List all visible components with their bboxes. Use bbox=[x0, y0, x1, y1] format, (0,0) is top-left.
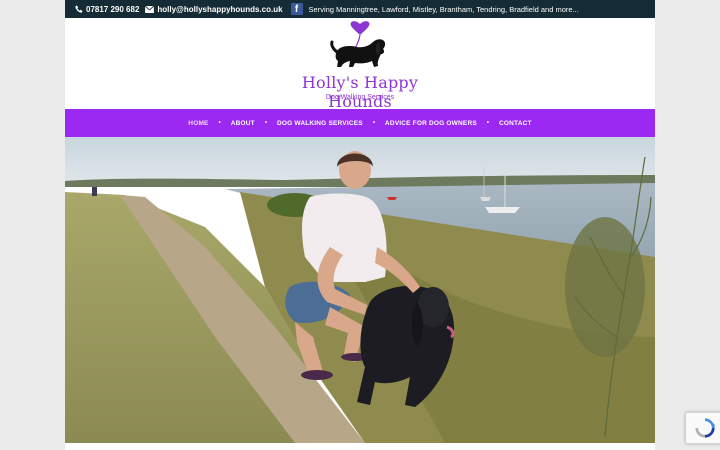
nav-home[interactable]: HOME bbox=[185, 120, 211, 127]
nav-advice-for-dog-owners[interactable]: ADVICE FOR DOG OWNERS bbox=[382, 120, 480, 127]
nav-separator: • bbox=[486, 120, 489, 126]
dog-heart-logo-icon bbox=[330, 21, 386, 67]
email-contact[interactable]: holly@hollyshappyhounds.co.uk bbox=[145, 5, 283, 14]
email-address[interactable]: holly@hollyshappyhounds.co.uk bbox=[157, 5, 282, 14]
logo-subtitle: Dog Walking Services bbox=[325, 94, 395, 101]
envelope-icon bbox=[145, 5, 155, 13]
recaptcha-icon bbox=[695, 418, 716, 438]
hero-photo bbox=[65, 137, 655, 443]
main-nav: HOME • ABOUT • DOG WALKING SERVICES • AD… bbox=[65, 109, 655, 137]
hero-image bbox=[65, 137, 655, 443]
page-container: 07817 290 682 holly@hollyshappyhounds.co… bbox=[65, 0, 655, 450]
nav-separator: • bbox=[372, 120, 375, 126]
phone-number[interactable]: 07817 290 682 bbox=[86, 5, 139, 14]
nav-dog-walking-services[interactable]: DOG WALKING SERVICES bbox=[274, 120, 366, 127]
logo-title: Holly's Happy Hounds bbox=[301, 73, 419, 111]
site-header: Holly's Happy Hounds Dog Walking Service… bbox=[65, 18, 655, 111]
top-contact-bar: 07817 290 682 holly@hollyshappyhounds.co… bbox=[65, 0, 655, 18]
content-strip bbox=[65, 443, 655, 450]
recaptcha-badge[interactable] bbox=[685, 412, 720, 444]
facebook-icon[interactable]: f bbox=[290, 3, 303, 15]
service-area-text: Serving Manningtree, Lawford, Mistley, B… bbox=[308, 4, 579, 14]
site-logo[interactable]: Holly's Happy Hounds Dog Walking Service… bbox=[285, 21, 435, 111]
nav-separator: • bbox=[264, 120, 267, 126]
phone-icon bbox=[75, 5, 83, 13]
phone-contact[interactable]: 07817 290 682 bbox=[75, 5, 139, 14]
nav-separator: • bbox=[218, 120, 221, 126]
nav-contact[interactable]: CONTACT bbox=[496, 120, 535, 127]
nav-about[interactable]: ABOUT bbox=[228, 120, 258, 127]
